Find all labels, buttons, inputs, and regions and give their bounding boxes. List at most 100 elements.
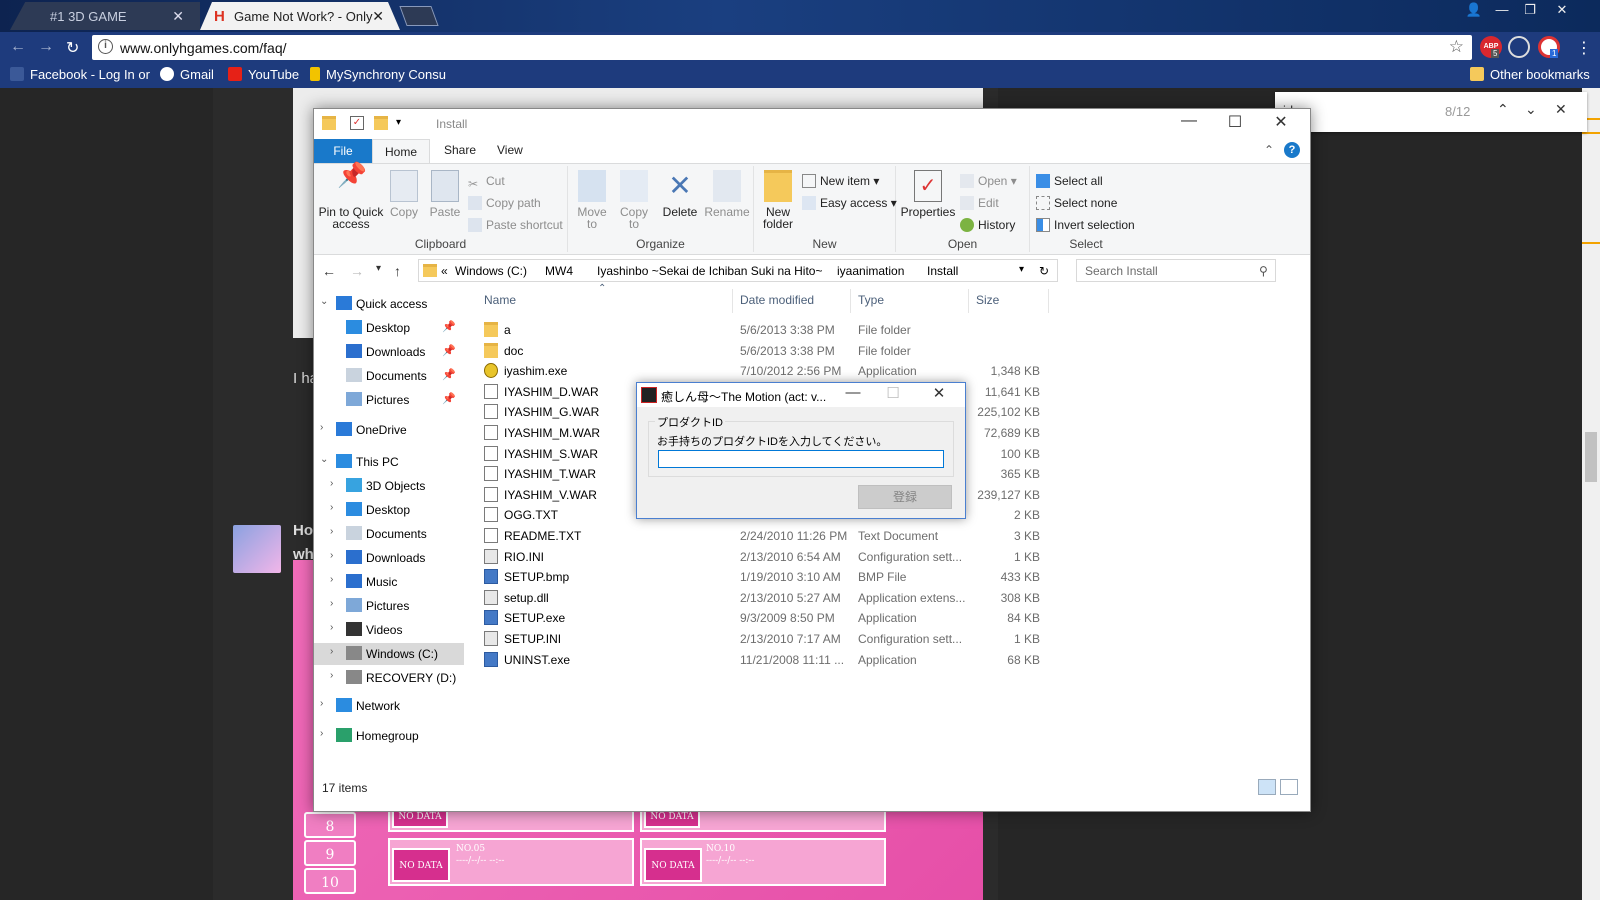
tab-view[interactable]: View xyxy=(497,143,523,157)
file-row[interactable]: RIO.INI 2/13/2010 6:54 AM Configuration se… xyxy=(476,546,1046,566)
pin-icon[interactable]: 📌 xyxy=(442,320,456,333)
chevron-right-icon[interactable]: › xyxy=(330,478,333,489)
up-icon[interactable]: ↑ xyxy=(394,263,401,279)
file-row[interactable]: SETUP.INI 2/13/2010 7:17 AM Configuration … xyxy=(476,628,1046,648)
page-scrollbar[interactable] xyxy=(1582,88,1600,900)
file-row[interactable]: README.TXT 2/24/2010 11:26 PM Text Documen… xyxy=(476,525,1046,545)
nav-item[interactable]: ⌄ Quick access xyxy=(314,293,464,315)
chevron-right-icon[interactable]: › xyxy=(320,698,323,709)
copy-to-button[interactable]: Copy to xyxy=(614,170,654,230)
chevron-right-icon[interactable]: › xyxy=(320,728,323,739)
restore-icon[interactable]: ❐ xyxy=(1516,0,1544,20)
nav-item[interactable]: › Windows (C:) xyxy=(314,643,464,665)
select-all-button[interactable]: Select all xyxy=(1036,174,1103,188)
breadcrumb-overflow[interactable]: « xyxy=(441,264,448,278)
paste-shortcut-button[interactable]: Paste shortcut xyxy=(468,218,563,232)
nav-item[interactable]: › Documents xyxy=(314,523,464,545)
column-divider[interactable] xyxy=(850,289,851,313)
close-tab-icon[interactable]: ✕ xyxy=(372,8,384,25)
nav-item[interactable]: › OneDrive xyxy=(314,419,464,441)
chevron-right-icon[interactable]: › xyxy=(330,526,333,537)
maximize-icon[interactable]: ☐ xyxy=(873,384,913,402)
tab-home[interactable]: Home xyxy=(372,139,430,164)
delete-button[interactable]: ✕ Delete xyxy=(658,170,702,218)
column-divider[interactable] xyxy=(732,289,733,313)
breadcrumb-item[interactable]: Iyashinbo ~Sekai de Ichiban Suki na Hito… xyxy=(597,264,822,278)
page-scrollbar-thumb[interactable] xyxy=(1585,432,1597,482)
bookmark-facebook[interactable]: Facebook - Log In or xyxy=(10,67,150,82)
nav-item[interactable]: Pictures 📌 xyxy=(314,389,464,411)
refresh-extension-icon[interactable] xyxy=(1508,36,1530,58)
minimize-icon[interactable]: — xyxy=(833,384,873,401)
new-item-button[interactable]: New item ▾ xyxy=(802,174,879,188)
other-bookmarks[interactable]: Other bookmarks xyxy=(1470,67,1590,82)
chevron-right-icon[interactable]: › xyxy=(330,622,333,633)
nav-item[interactable]: Downloads 📌 xyxy=(314,341,464,363)
chevron-right-icon[interactable]: › xyxy=(330,502,333,513)
new-folder-quick-icon[interactable] xyxy=(374,116,388,130)
refresh-icon[interactable]: ↻ xyxy=(1039,264,1049,278)
pin-icon[interactable]: 📌 xyxy=(442,392,456,405)
menu-icon[interactable]: ⋮ xyxy=(1576,38,1592,58)
customize-quick-access-icon[interactable]: ▾ xyxy=(396,117,401,128)
breadcrumb-item[interactable]: Install xyxy=(927,264,958,278)
tab-3d-game[interactable]: #1 3D GAME ✕ xyxy=(10,2,200,30)
nav-item[interactable]: › Pictures xyxy=(314,595,464,617)
copy-path-button[interactable]: Copy path xyxy=(468,196,541,210)
product-id-input[interactable] xyxy=(658,450,944,468)
file-row[interactable]: SETUP.bmp 1/19/2010 3:10 AM BMP File 433 KB xyxy=(476,566,1046,586)
recent-locations-icon[interactable]: ▾ xyxy=(376,263,381,274)
file-row[interactable]: SETUP.exe 9/3/2009 8:50 PM Application 84 K… xyxy=(476,607,1046,627)
breadcrumb-item[interactable]: MW4 xyxy=(545,264,573,278)
column-divider[interactable] xyxy=(968,289,969,313)
bookmark-synchrony[interactable]: MySynchrony Consu xyxy=(310,67,446,82)
chevron-down-icon[interactable]: ⌄ xyxy=(320,296,328,307)
nav-item[interactable]: › Network xyxy=(314,695,464,717)
copy-button[interactable]: Copy xyxy=(386,170,422,218)
invert-selection-button[interactable]: Invert selection xyxy=(1036,218,1135,232)
tab-share[interactable]: Share xyxy=(444,143,476,157)
nav-item[interactable]: › Desktop xyxy=(314,499,464,521)
column-header-type[interactable]: Type xyxy=(858,293,884,307)
tab-file[interactable]: File xyxy=(314,139,372,163)
column-header-name[interactable]: Name xyxy=(484,293,516,307)
properties-button[interactable]: ✓ Properties xyxy=(900,170,956,218)
nav-item[interactable]: Desktop 📌 xyxy=(314,317,464,339)
search-input[interactable]: Search Install ⚲ xyxy=(1076,259,1276,282)
close-icon[interactable]: ✕ xyxy=(919,384,959,402)
nav-item[interactable]: ⌄ This PC xyxy=(314,451,464,473)
find-next-icon[interactable]: ⌄ xyxy=(1525,101,1537,118)
properties-quick-icon[interactable]: ✓ xyxy=(350,116,364,130)
file-row[interactable]: UNINST.exe 11/21/2008 11:11 ... Applicatio… xyxy=(476,649,1046,669)
profile-icon[interactable]: 👤 xyxy=(1460,0,1488,20)
chevron-right-icon[interactable]: › xyxy=(330,670,333,681)
history-button[interactable]: History xyxy=(960,218,1015,232)
rename-button[interactable]: Rename xyxy=(704,170,750,218)
find-prev-icon[interactable]: ⌃ xyxy=(1497,101,1509,118)
column-divider[interactable] xyxy=(1048,289,1049,313)
easy-access-button[interactable]: Easy access ▾ xyxy=(802,196,897,210)
chevron-right-icon[interactable]: › xyxy=(320,422,323,433)
address-bar[interactable]: i www.onlyhgames.com/faq/ ☆ xyxy=(92,35,1472,60)
chevron-right-icon[interactable]: › xyxy=(330,550,333,561)
nav-item[interactable]: › Downloads xyxy=(314,547,464,569)
chevron-right-icon[interactable]: › xyxy=(330,598,333,609)
new-tab-button[interactable] xyxy=(399,6,439,26)
nav-item[interactable]: › Homegroup xyxy=(314,725,464,747)
paste-button[interactable]: Paste xyxy=(426,170,464,218)
nav-item[interactable]: › Music xyxy=(314,571,464,593)
chevron-right-icon[interactable]: › xyxy=(330,574,333,585)
find-close-icon[interactable]: ✕ xyxy=(1555,101,1567,118)
breadcrumb-item[interactable]: iyaanimation xyxy=(837,264,904,278)
minimize-icon[interactable]: — xyxy=(1488,0,1516,20)
close-tab-icon[interactable]: ✕ xyxy=(172,8,184,25)
maximize-icon[interactable]: ☐ xyxy=(1212,112,1258,132)
nav-item[interactable]: › RECOVERY (D:) xyxy=(314,667,464,689)
new-folder-button[interactable]: New folder xyxy=(758,170,798,230)
forward-icon[interactable]: → xyxy=(38,38,54,56)
close-icon[interactable]: ✕ xyxy=(1258,112,1304,132)
help-icon[interactable]: ? xyxy=(1284,142,1300,158)
large-icons-view-icon[interactable] xyxy=(1280,779,1298,795)
column-header-size[interactable]: Size xyxy=(976,293,999,307)
open-button[interactable]: Open ▾ xyxy=(960,174,1017,188)
